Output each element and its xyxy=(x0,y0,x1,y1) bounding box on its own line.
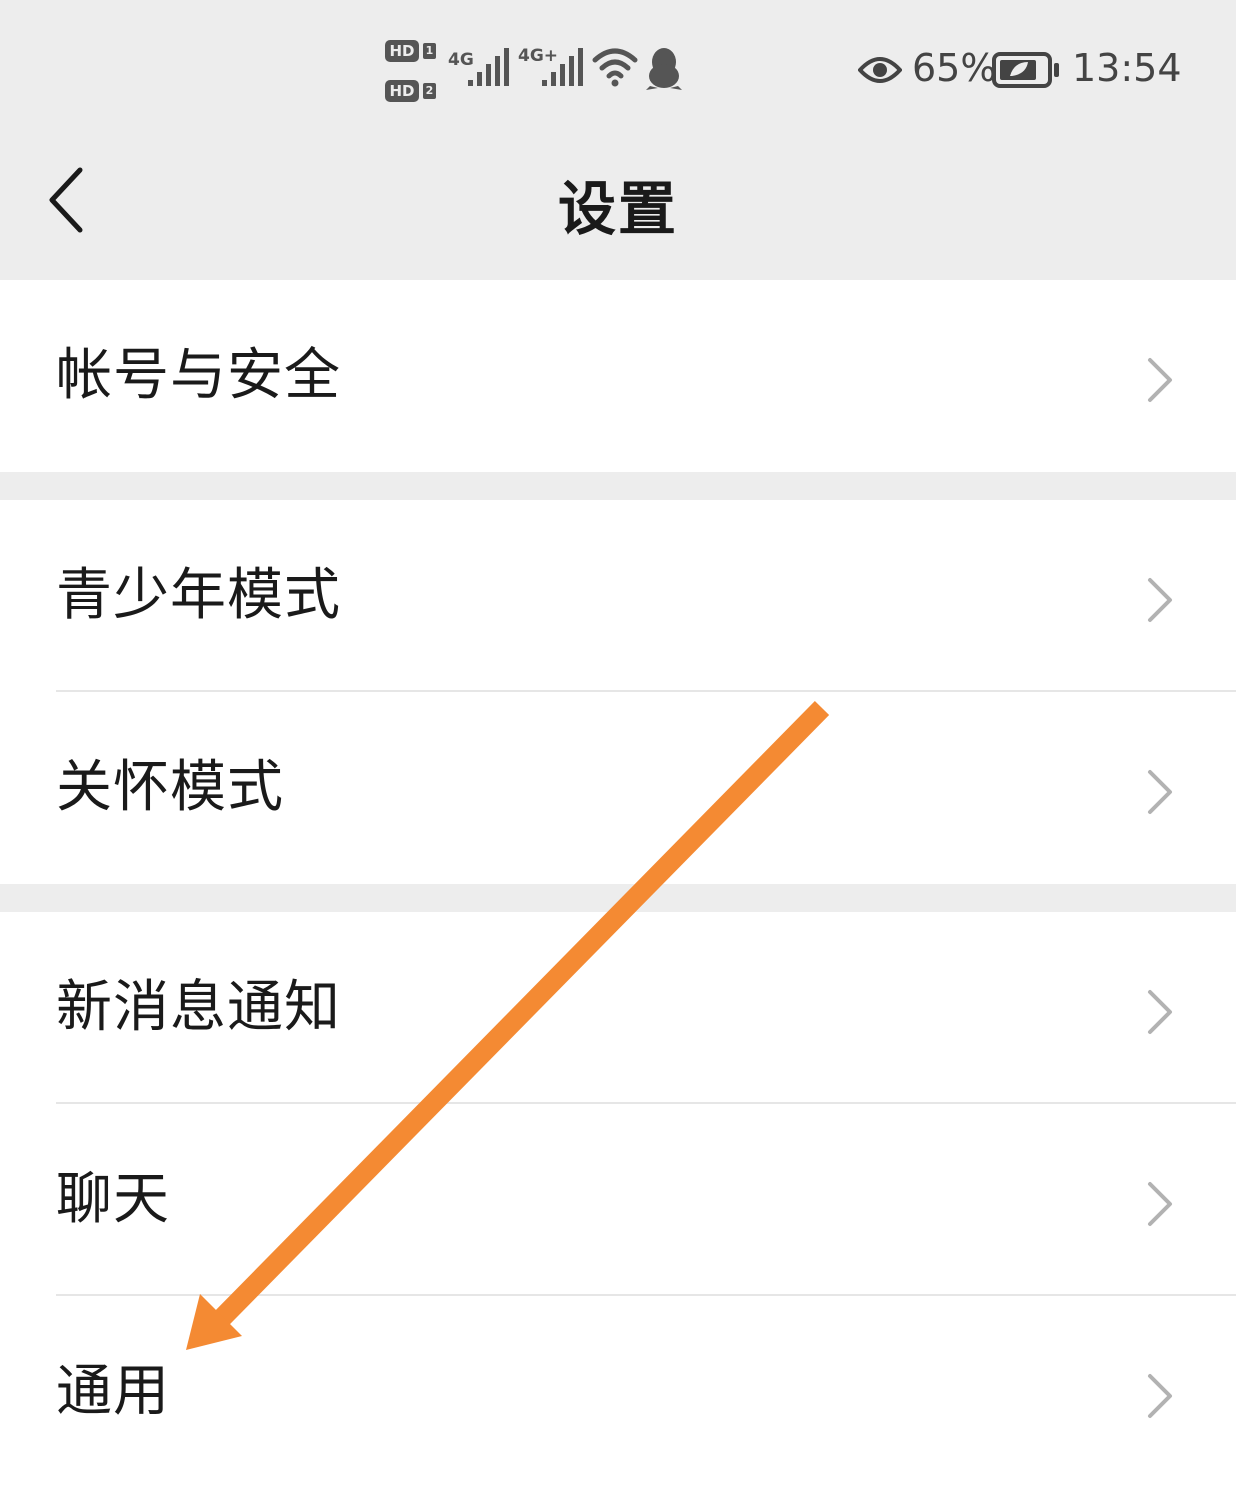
wifi-icon xyxy=(592,48,638,87)
hd-icon: HD 2 xyxy=(385,80,437,102)
settings-item-general[interactable]: 通用 xyxy=(0,1296,1236,1488)
settings-item-label: 新消息通知 xyxy=(56,975,341,1040)
sim-number: 2 xyxy=(423,83,436,99)
battery-percent: 65% xyxy=(912,46,997,90)
settings-item-teen-mode[interactable]: 青少年模式 xyxy=(0,500,1236,692)
settings-group-modes: 青少年模式 关怀模式 xyxy=(0,500,1236,884)
navigation-bar: 设置 xyxy=(0,140,1236,280)
settings-item-notifications[interactable]: 新消息通知 xyxy=(0,912,1236,1104)
chevron-right-icon xyxy=(1148,1182,1172,1226)
settings-item-label: 帐号与安全 xyxy=(56,343,341,408)
signal-icon xyxy=(468,48,509,86)
settings-item-label: 聊天 xyxy=(56,1167,170,1232)
battery-icon xyxy=(992,52,1059,88)
chevron-right-icon xyxy=(1148,578,1172,622)
signal-icon xyxy=(542,48,583,86)
page-title: 设置 xyxy=(557,175,678,243)
settings-group-account: 帐号与安全 xyxy=(0,280,1236,472)
settings-item-care-mode[interactable]: 关怀模式 xyxy=(0,692,1236,884)
settings-item-chat[interactable]: 聊天 xyxy=(0,1104,1236,1296)
chevron-right-icon xyxy=(1148,1374,1172,1418)
chevron-right-icon xyxy=(1148,358,1172,402)
settings-item-account-security[interactable]: 帐号与安全 xyxy=(0,280,1236,472)
hd-label: HD xyxy=(385,80,419,102)
settings-item-label: 通用 xyxy=(56,1359,170,1424)
chevron-right-icon xyxy=(1148,770,1172,814)
chevron-right-icon xyxy=(1148,990,1172,1034)
settings-item-label: 青少年模式 xyxy=(56,563,341,628)
hd-label: HD xyxy=(385,40,419,62)
hd-icon: HD 1 xyxy=(385,40,437,62)
status-bar: HD 1 HD 2 4G 4G+ 65% 13:54 xyxy=(0,0,1236,140)
settings-group-general: 新消息通知 聊天 通用 xyxy=(0,912,1236,1488)
eye-icon xyxy=(858,57,902,83)
sim-number: 1 xyxy=(423,43,436,59)
settings-item-label: 关怀模式 xyxy=(56,755,284,820)
qq-penguin-icon xyxy=(646,48,682,90)
clock: 13:54 xyxy=(1072,46,1182,90)
